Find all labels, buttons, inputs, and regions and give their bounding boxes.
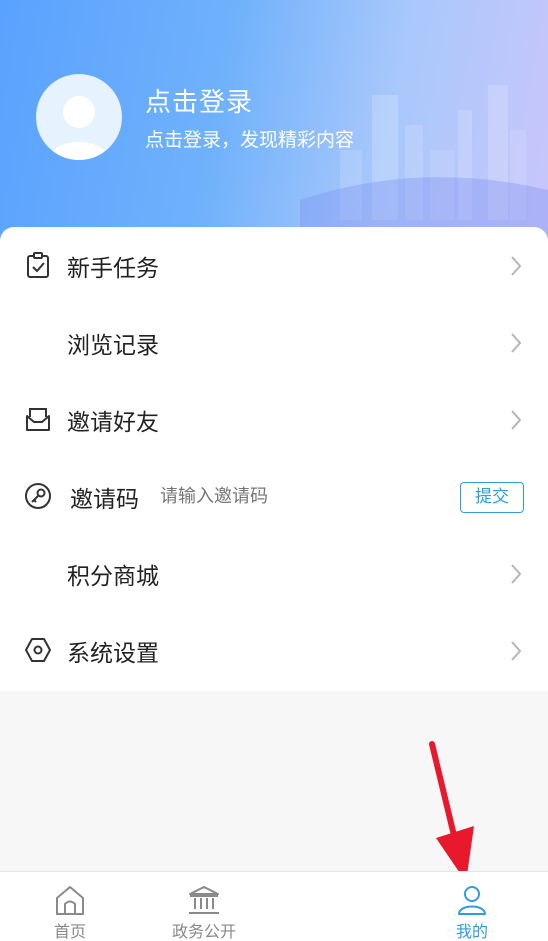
menu-item-label: 邀请码 bbox=[70, 487, 139, 513]
menu-item-label: 系统设置 bbox=[67, 641, 159, 667]
avatar[interactable] bbox=[36, 74, 122, 160]
home-icon bbox=[56, 886, 84, 915]
chevron-right-icon bbox=[511, 410, 522, 430]
key-circle-icon bbox=[25, 483, 51, 509]
tab-home[interactable]: 首页 bbox=[36, 872, 104, 941]
invite-code-input[interactable] bbox=[160, 486, 440, 507]
menu-item-newbie-tasks[interactable]: 新手任务 bbox=[0, 227, 548, 304]
menu-item-label: 积分商城 bbox=[67, 564, 159, 590]
login-subtitle[interactable]: 点击登录，发现精彩内容 bbox=[145, 125, 354, 152]
menu-item-points-mall[interactable]: 积分商城 bbox=[0, 535, 548, 612]
bottom-nav: 首页 政务公开 我的 bbox=[0, 871, 548, 941]
menu-item-history[interactable]: 浏览记录 bbox=[0, 304, 548, 381]
tab-label: 政务公开 bbox=[171, 922, 236, 941]
default-avatar-icon bbox=[49, 96, 109, 160]
submit-button[interactable]: 提交 bbox=[460, 482, 524, 513]
chevron-right-icon bbox=[511, 256, 522, 276]
clipboard-check-icon bbox=[27, 252, 49, 278]
login-title[interactable]: 点击登录 bbox=[145, 82, 253, 119]
menu-item-invite-friends[interactable]: 邀请好友 bbox=[0, 381, 548, 458]
mail-invite-icon bbox=[26, 408, 50, 431]
user-icon bbox=[458, 886, 486, 915]
chevron-right-icon bbox=[511, 333, 522, 353]
annotation-arrow-icon bbox=[429, 741, 474, 882]
tab-government-affairs[interactable]: 政务公开 bbox=[164, 872, 244, 941]
chevron-right-icon bbox=[511, 564, 522, 584]
hexagon-settings-icon bbox=[25, 638, 51, 662]
menu-item-label: 邀请好友 bbox=[67, 410, 159, 436]
tab-mine[interactable]: 我的 bbox=[440, 872, 504, 941]
tab-label: 我的 bbox=[455, 922, 488, 941]
bank-icon bbox=[189, 886, 219, 914]
chevron-right-icon bbox=[511, 641, 522, 661]
menu-item-settings[interactable]: 系统设置 bbox=[0, 612, 548, 689]
tab-label: 首页 bbox=[53, 922, 86, 941]
profile-header: 点击登录 点击登录，发现精彩内容 bbox=[0, 0, 548, 250]
menu-card: 新手任务 浏览记录 邀请好友 邀请码 提交 积分商城 bbox=[0, 227, 548, 691]
menu-item-label: 新手任务 bbox=[67, 256, 159, 282]
menu-item-label: 浏览记录 bbox=[67, 333, 159, 359]
